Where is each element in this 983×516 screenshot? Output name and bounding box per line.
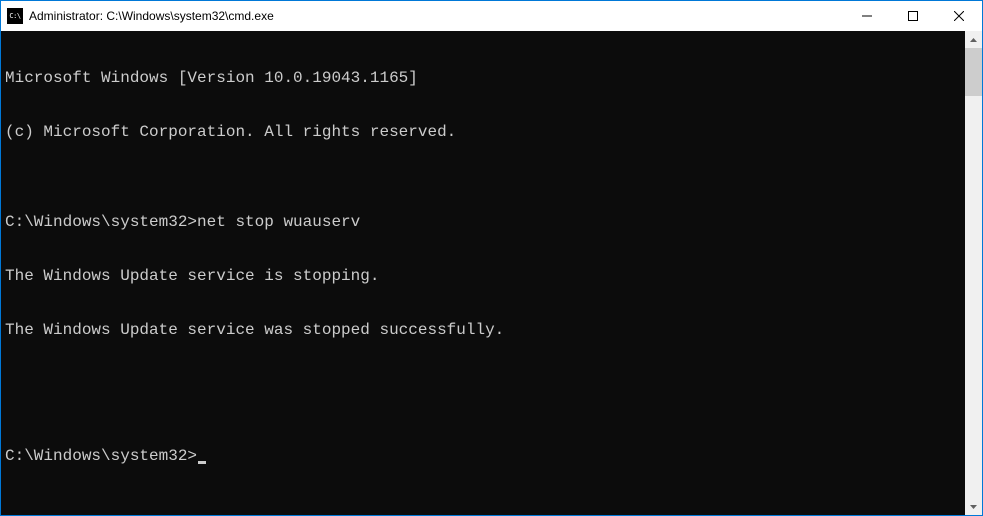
terminal-line: C:\Windows\system32>net stop wuauserv (5, 213, 961, 231)
titlebar[interactable]: Administrator: C:\Windows\system32\cmd.e… (1, 1, 982, 31)
terminal-line: The Windows Update service is stopping. (5, 267, 961, 285)
close-button[interactable] (936, 1, 982, 31)
client-area: Microsoft Windows [Version 10.0.19043.11… (1, 31, 982, 515)
cursor (198, 461, 206, 464)
terminal-output[interactable]: Microsoft Windows [Version 10.0.19043.11… (1, 31, 965, 515)
close-icon (954, 11, 964, 21)
scroll-up-button[interactable] (965, 31, 982, 48)
maximize-icon (908, 11, 918, 21)
scrollbar-track[interactable] (965, 48, 982, 498)
scrollbar-thumb[interactable] (965, 48, 982, 96)
vertical-scrollbar[interactable] (965, 31, 982, 515)
cmd-window: Administrator: C:\Windows\system32\cmd.e… (1, 1, 982, 515)
terminal-prompt-line: C:\Windows\system32> (5, 447, 961, 465)
maximize-button[interactable] (890, 1, 936, 31)
window-title: Administrator: C:\Windows\system32\cmd.e… (29, 9, 844, 23)
minimize-button[interactable] (844, 1, 890, 31)
chevron-up-icon (970, 38, 977, 42)
chevron-down-icon (970, 505, 977, 509)
terminal-line: (c) Microsoft Corporation. All rights re… (5, 123, 961, 141)
minimize-icon (862, 11, 872, 21)
scroll-down-button[interactable] (965, 498, 982, 515)
cmd-icon (7, 8, 23, 24)
terminal-prompt: C:\Windows\system32> (5, 447, 197, 465)
terminal-line: The Windows Update service was stopped s… (5, 321, 961, 339)
window-controls (844, 1, 982, 31)
terminal-line: Microsoft Windows [Version 10.0.19043.11… (5, 69, 961, 87)
